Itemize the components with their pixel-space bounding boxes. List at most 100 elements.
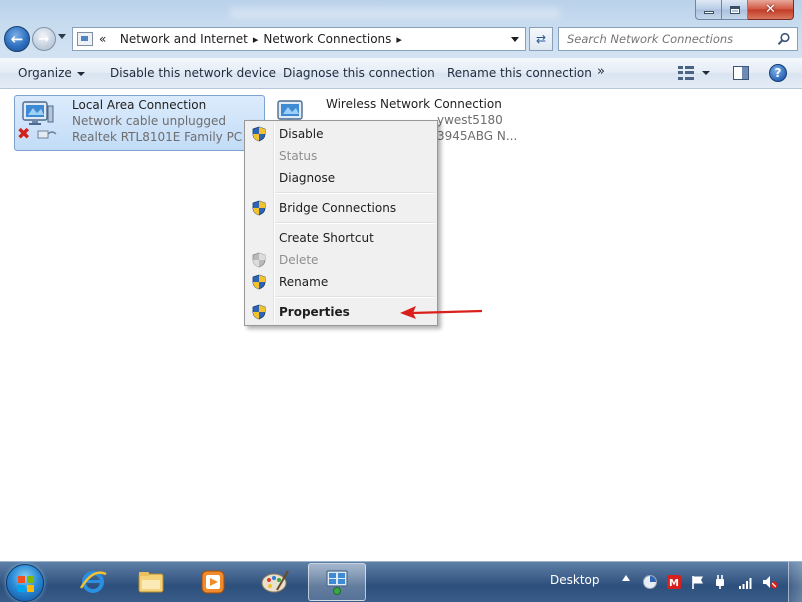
menu-separator xyxy=(275,192,435,194)
windows-logo-icon xyxy=(18,576,34,592)
chevron-down-icon xyxy=(702,71,710,75)
search-box[interactable] xyxy=(558,27,798,51)
menu-item-label: Delete xyxy=(279,253,319,267)
recent-pages-dropdown[interactable] xyxy=(58,34,66,39)
menu-item-disable[interactable]: Disable xyxy=(247,123,435,145)
uac-shield-icon xyxy=(252,126,266,142)
connection-name: Wireless Network Connection xyxy=(326,97,502,111)
menu-item-status[interactable]: Status xyxy=(247,145,435,167)
menu-item-delete[interactable]: Delete xyxy=(247,249,435,271)
security-tray-icon[interactable] xyxy=(642,574,658,590)
refresh-icon: ⇄ xyxy=(535,32,547,46)
menu-item-bridge-connections[interactable]: Bridge Connections xyxy=(247,197,435,219)
diagnose-connection-button[interactable]: Diagnose this connection xyxy=(283,66,435,80)
power-plug-icon[interactable] xyxy=(712,574,728,590)
breadcrumb-network-and-internet[interactable]: Network and Internet xyxy=(120,32,248,46)
show-hidden-icons-icon[interactable] xyxy=(622,575,630,581)
taskbar-windows-explorer[interactable] xyxy=(122,563,180,601)
menu-item-rename[interactable]: Rename xyxy=(247,271,435,293)
connection-name: Local Area Connection xyxy=(72,98,207,112)
breadcrumb-chevron-icon[interactable]: ▸ xyxy=(391,33,407,46)
question-icon: ? xyxy=(774,66,782,80)
search-icon[interactable] xyxy=(777,32,791,46)
connection-device: Realtek RTL8101E Family PCI-E F xyxy=(72,130,242,144)
menu-item-label: Status xyxy=(279,149,318,163)
menu-item-label: Rename xyxy=(279,275,329,289)
rename-connection-button[interactable]: Rename this connection xyxy=(447,66,592,80)
media-player-icon xyxy=(201,570,225,594)
connection-item-local-area[interactable]: ✖ Local Area Connection Network cable un… xyxy=(14,95,265,151)
command-bar: Organize Disable this network device Dia… xyxy=(0,58,802,89)
help-button[interactable]: ? xyxy=(769,64,787,82)
change-view-button[interactable] xyxy=(678,65,718,81)
minimize-icon xyxy=(703,11,714,14)
forward-button[interactable]: → xyxy=(32,27,56,51)
close-icon: ✕ xyxy=(765,2,776,17)
menu-separator xyxy=(275,296,435,298)
menu-item-diagnose[interactable]: Diagnose xyxy=(247,167,435,189)
taskbar-media-player[interactable] xyxy=(184,563,242,601)
svg-text:M: M xyxy=(669,578,679,589)
action-center-flag-icon[interactable] xyxy=(690,574,706,590)
folder-icon xyxy=(138,572,164,593)
control-panel-icon xyxy=(77,32,93,46)
start-button[interactable] xyxy=(6,564,44,602)
arrow-left-icon: ← xyxy=(10,30,24,48)
address-dropdown-icon[interactable] xyxy=(511,37,519,42)
paint-palette-icon xyxy=(261,570,289,593)
menu-item-label: Create Shortcut xyxy=(279,231,374,245)
maximize-icon xyxy=(729,5,740,14)
address-bar[interactable]: « Network and Internet ▸ Network Connect… xyxy=(72,27,526,51)
title-bar: ✕ xyxy=(0,0,802,24)
annotation-arrow-icon xyxy=(400,306,483,319)
breadcrumb-separator-icon xyxy=(106,33,120,46)
preview-pane-button[interactable] xyxy=(733,66,749,80)
desktop-toolbar-label[interactable]: Desktop xyxy=(550,573,600,587)
connection-status: ywest5180 xyxy=(437,113,503,127)
breadcrumb-network-connections[interactable]: Network Connections xyxy=(263,32,391,46)
arrow-right-icon: → xyxy=(38,31,50,47)
menu-separator xyxy=(275,222,435,224)
window-controls: ✕ xyxy=(695,0,794,20)
address-row: ← → « Network and Internet ▸ Network Con… xyxy=(0,24,802,58)
uac-shield-icon xyxy=(252,304,266,320)
minimize-button[interactable] xyxy=(695,0,722,20)
back-button[interactable]: ← xyxy=(4,26,30,52)
organize-label: Organize xyxy=(18,66,72,80)
taskbar-internet-explorer[interactable] xyxy=(64,563,122,601)
wireless-signal-icon[interactable] xyxy=(738,574,754,590)
taskbar-paint[interactable] xyxy=(246,563,304,601)
menu-item-label: Properties xyxy=(279,305,350,319)
taskbar-network-connections[interactable] xyxy=(308,563,366,601)
chevron-down-icon xyxy=(76,71,85,76)
uac-shield-icon xyxy=(252,200,266,216)
view-list-icon xyxy=(678,66,694,80)
breadcrumb-overflow[interactable]: « xyxy=(99,32,106,46)
more-commands-button[interactable]: » xyxy=(597,64,605,79)
breadcrumb-chevron-icon[interactable]: ▸ xyxy=(248,33,264,46)
antivirus-tray-icon[interactable]: M xyxy=(666,574,682,590)
show-desktop-button[interactable] xyxy=(788,562,802,602)
uac-shield-icon xyxy=(252,274,266,290)
menu-item-label: Bridge Connections xyxy=(279,201,397,215)
disconnected-x-icon: ✖ xyxy=(17,124,31,143)
context-menu: Disable Status Diagnose Bridge Connectio… xyxy=(244,120,438,326)
refresh-button[interactable]: ⇄ xyxy=(529,27,553,51)
title-bar-glass xyxy=(230,8,560,18)
menu-item-label: Diagnose xyxy=(279,171,336,185)
ethernet-cable-icon xyxy=(37,130,57,139)
volume-muted-icon[interactable] xyxy=(762,574,778,590)
maximize-button[interactable] xyxy=(722,0,748,20)
internet-explorer-icon xyxy=(79,571,107,593)
menu-item-label: Disable xyxy=(279,127,324,141)
network-connections-icon xyxy=(326,570,348,595)
taskbar: Desktop M xyxy=(0,561,802,602)
connection-status: Network cable unplugged xyxy=(72,114,227,128)
uac-shield-icon xyxy=(252,252,266,268)
search-input[interactable] xyxy=(567,32,767,46)
close-button[interactable]: ✕ xyxy=(748,0,794,20)
organize-button[interactable]: Organize xyxy=(18,66,85,80)
connection-device: 3945ABG N... xyxy=(437,129,518,143)
menu-item-create-shortcut[interactable]: Create Shortcut xyxy=(247,227,435,249)
disable-device-button[interactable]: Disable this network device xyxy=(110,66,276,80)
